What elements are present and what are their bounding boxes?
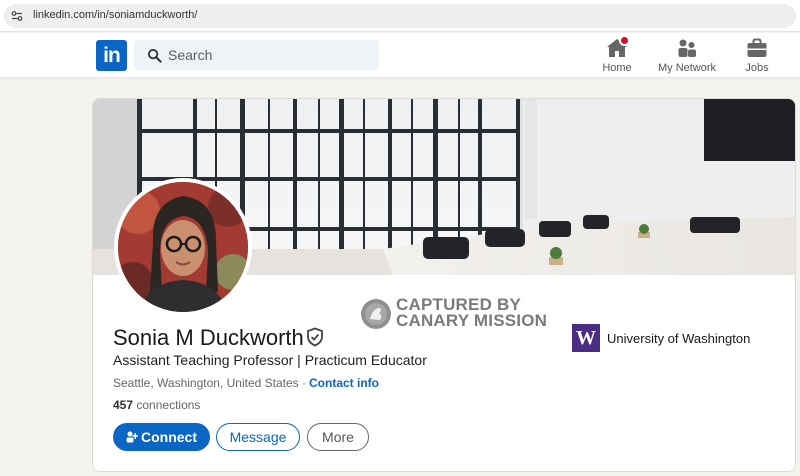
nav-jobs-label: Jobs [745, 62, 769, 74]
more-button[interactable]: More [307, 423, 369, 451]
contact-info-link[interactable]: Contact info [309, 376, 379, 390]
site-settings-icon[interactable] [11, 10, 23, 22]
notification-badge [619, 35, 630, 46]
briefcase-icon [746, 37, 768, 59]
university-logo: W [572, 324, 600, 352]
nav-home[interactable]: Home [598, 35, 636, 75]
home-icon [606, 35, 630, 59]
connections-count[interactable]: 457 connections [113, 398, 200, 412]
profile-location: Seattle, Washington, United States · [113, 376, 306, 390]
connect-button[interactable]: Connect [113, 423, 210, 451]
nav-network-label: My Network [657, 62, 717, 74]
profile-photo[interactable] [114, 178, 252, 316]
university-name: University of Washington [607, 331, 751, 346]
message-button[interactable]: Message [216, 423, 300, 451]
nav-home-label: Home [602, 62, 632, 74]
search-input[interactable] [168, 45, 368, 65]
top-nav: in Home My Network [0, 33, 800, 78]
connections-number: 457 [113, 398, 134, 412]
linkedin-logo[interactable]: in [96, 40, 127, 71]
connect-label: Connect [141, 429, 197, 445]
network-icon [676, 37, 698, 59]
nav-my-network[interactable]: My Network [653, 37, 721, 75]
search-icon [147, 48, 162, 63]
verified-shield-icon[interactable] [305, 327, 325, 347]
nav-jobs[interactable]: Jobs [740, 37, 774, 75]
profile-name: Sonia M Duckworth [113, 325, 304, 350]
connections-label: connections [136, 398, 201, 412]
canary-bird-icon [361, 299, 391, 329]
search-box[interactable] [134, 40, 379, 70]
watermark-line-2: CANARY MISSION [396, 311, 548, 330]
add-person-icon [126, 431, 138, 443]
url-text: linkedin.com/in/soniamduckworth/ [33, 9, 198, 21]
browser-address-bar: linkedin.com/in/soniamduckworth/ [0, 0, 800, 32]
profile-headline: Assistant Teaching Professor | Practicum… [113, 352, 427, 368]
url-field[interactable]: linkedin.com/in/soniamduckworth/ [4, 4, 796, 28]
